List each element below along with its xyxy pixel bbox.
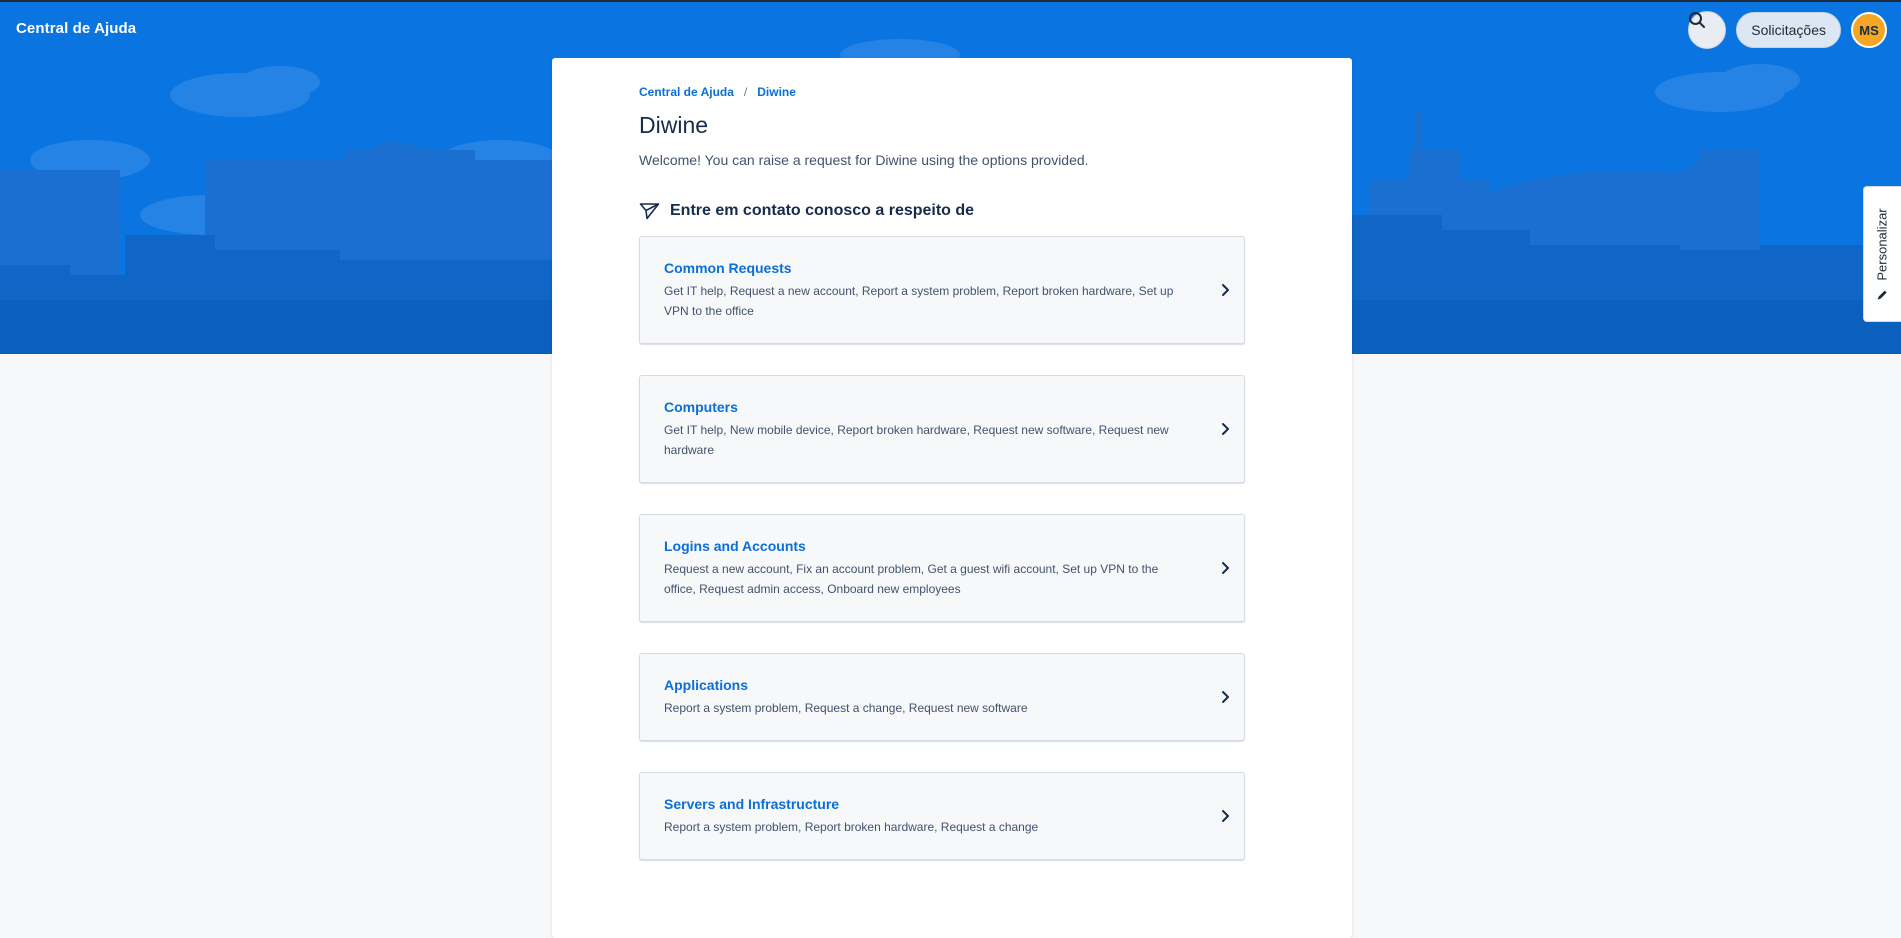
request-type-common-requests[interactable]: Common Requests Get IT help, Request a n…	[639, 236, 1245, 344]
request-type-title: Servers and Infrastructure	[664, 796, 840, 812]
page-title: Diwine	[639, 112, 709, 138]
user-avatar[interactable]: MS	[1851, 12, 1887, 48]
request-type-description: Report a system problem, Request a chang…	[664, 701, 1028, 715]
request-type-description: Report a system problem, Report broken h…	[664, 820, 1039, 834]
request-type-applications[interactable]: Applications Report a system problem, Re…	[639, 653, 1245, 741]
request-type-title: Computers	[664, 399, 738, 415]
chevron-right-icon	[1222, 691, 1229, 703]
breadcrumb: Central de Ajuda / Diwine	[639, 84, 1245, 100]
request-type-list: Common Requests Get IT help, Request a n…	[639, 236, 1245, 860]
request-type-computers[interactable]: Computers Get IT help, New mobile device…	[639, 375, 1245, 483]
pencil-icon	[1877, 290, 1887, 300]
breadcrumb-current-link[interactable]: Diwine	[757, 85, 796, 99]
search-button[interactable]	[1688, 11, 1727, 49]
request-type-servers-and-infrastructure[interactable]: Servers and Infrastructure Report a syst…	[639, 772, 1245, 860]
requests-button[interactable]: Solicitações	[1736, 12, 1841, 48]
request-type-title: Logins and Accounts	[664, 538, 806, 554]
breadcrumb-separator: /	[743, 85, 748, 99]
chevron-right-icon	[1222, 284, 1229, 296]
welcome-message: Welcome! You can raise a request for Diw…	[639, 152, 1089, 168]
chevron-right-icon	[1222, 562, 1229, 574]
search-icon	[1689, 12, 1706, 28]
request-type-description: Get IT help, New mobile device, Report b…	[664, 423, 1169, 457]
request-type-description: Request a new account, Fix an account pr…	[664, 562, 1159, 596]
chevron-right-icon	[1222, 810, 1229, 822]
personalize-label: Personalizar	[1875, 207, 1891, 281]
request-type-description: Get IT help, Request a new account, Repo…	[664, 284, 1174, 318]
header-actions: Solicitações MS	[1688, 11, 1887, 49]
section-heading: Entre em contato conosco a respeito de	[639, 200, 1245, 222]
main-content: Central de Ajuda / Diwine Diwine Welcome…	[639, 84, 1245, 891]
brand-title[interactable]: Central de Ajuda	[16, 20, 136, 37]
request-type-logins-and-accounts[interactable]: Logins and Accounts Request a new accoun…	[639, 514, 1245, 622]
paper-plane-icon	[639, 203, 660, 220]
breadcrumb-home-link[interactable]: Central de Ajuda	[639, 85, 734, 99]
personalize-button[interactable]: Personalizar	[1863, 186, 1901, 322]
request-type-title: Applications	[664, 677, 749, 693]
request-type-title: Common Requests	[664, 260, 792, 276]
chevron-right-icon	[1222, 423, 1229, 435]
section-heading-text: Entre em contato conosco a respeito de	[670, 202, 975, 219]
